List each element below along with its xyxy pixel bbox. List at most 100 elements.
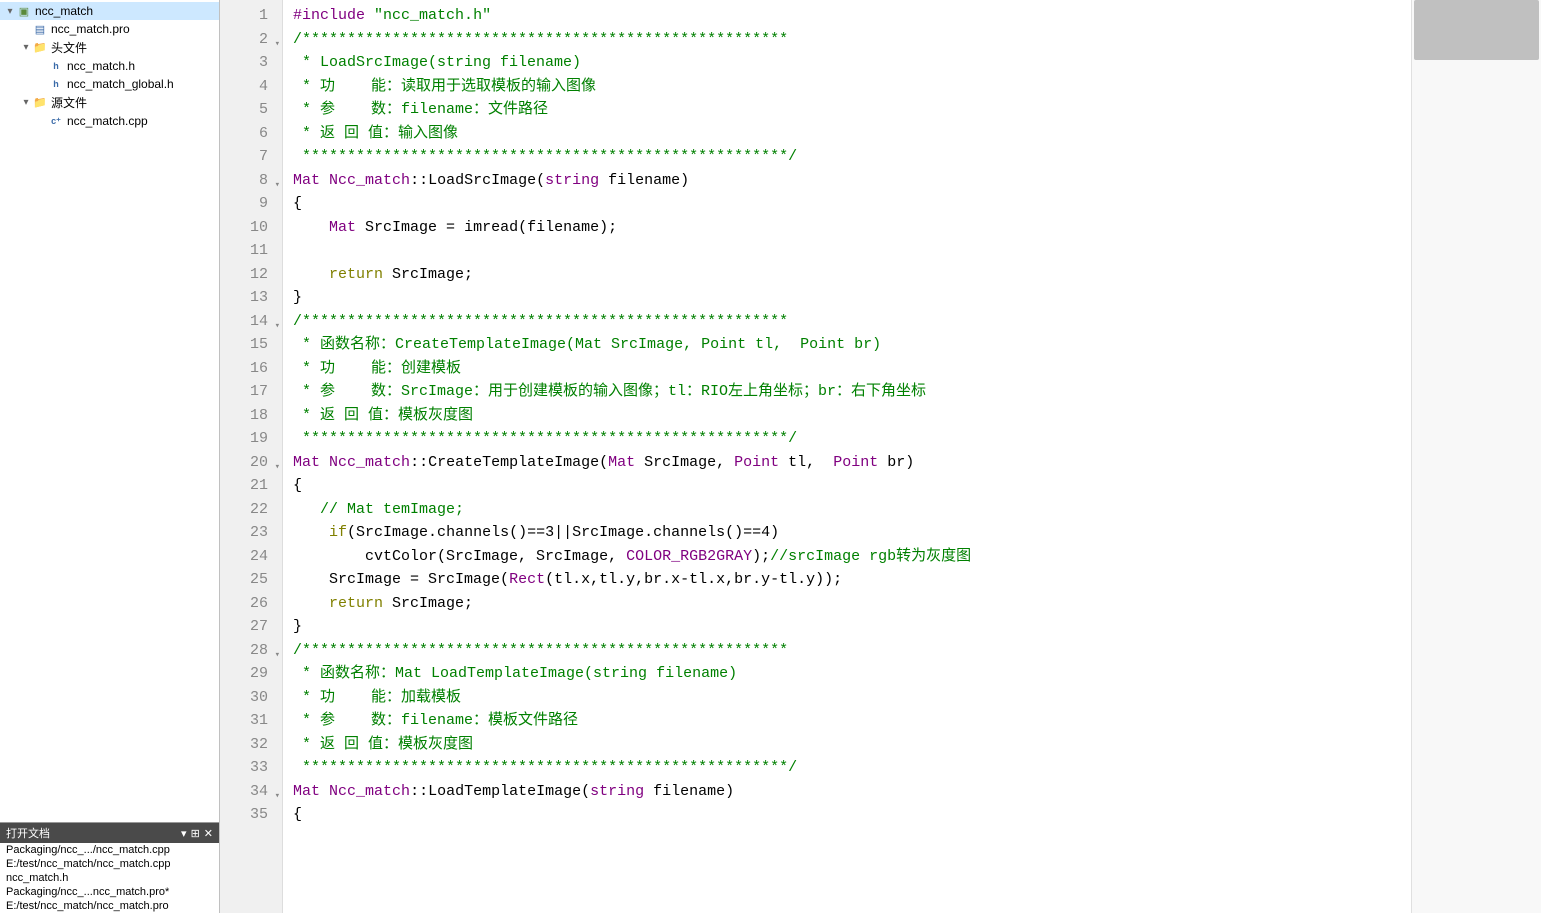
tree-item-源文件[interactable]: ▾📁源文件 — [0, 93, 219, 112]
split-icon[interactable]: ⊞ — [191, 827, 200, 840]
code-line[interactable]: /***************************************… — [293, 28, 1411, 52]
line-number[interactable]: 2▾ — [220, 28, 282, 52]
code-line[interactable]: /***************************************… — [293, 310, 1411, 334]
line-number[interactable]: 35 — [220, 803, 282, 827]
line-number[interactable]: 31 — [220, 709, 282, 733]
code-line[interactable]: * 返 回 值：模板灰度图 — [293, 404, 1411, 428]
line-number[interactable]: 17 — [220, 380, 282, 404]
line-number[interactable]: 3 — [220, 51, 282, 75]
line-number[interactable]: 6 — [220, 122, 282, 146]
line-number[interactable]: 19 — [220, 427, 282, 451]
code-line[interactable]: ****************************************… — [293, 145, 1411, 169]
line-number[interactable]: 20▾ — [220, 451, 282, 475]
line-number[interactable]: 28▾ — [220, 639, 282, 663]
code-line[interactable]: cvtColor(SrcImage, SrcImage, COLOR_RGB2G… — [293, 545, 1411, 569]
line-number[interactable]: 33 — [220, 756, 282, 780]
code-area[interactable]: #include "ncc_match.h"/*****************… — [283, 0, 1411, 913]
code-line[interactable]: { — [293, 803, 1411, 827]
code-line[interactable]: * 函数名称：CreateTemplateImage(Mat SrcImage,… — [293, 333, 1411, 357]
tree-arrow-icon[interactable]: ▾ — [4, 6, 16, 17]
code-line[interactable]: // Mat temImage; — [293, 498, 1411, 522]
tree-item-头文件[interactable]: ▾📁头文件 — [0, 38, 219, 57]
tree-item-ncc_match[interactable]: ▾▣ncc_match — [0, 2, 219, 20]
line-number[interactable]: 10 — [220, 216, 282, 240]
tree-item-ncc_match_global.h[interactable]: hncc_match_global.h — [0, 75, 219, 93]
tree-item-ncc_match.cpp[interactable]: c⁺ncc_match.cpp — [0, 112, 219, 130]
code-line[interactable]: /***************************************… — [293, 639, 1411, 663]
line-number[interactable]: 12 — [220, 263, 282, 287]
code-line[interactable]: ****************************************… — [293, 756, 1411, 780]
line-number[interactable]: 15 — [220, 333, 282, 357]
fold-icon[interactable]: ▾ — [270, 456, 280, 466]
code-line[interactable]: * 返 回 值：模板灰度图 — [293, 733, 1411, 757]
line-number-gutter[interactable]: 12▾345678▾91011121314▾151617181920▾21222… — [220, 0, 283, 913]
code-line[interactable]: * LoadSrcImage(string filename) — [293, 51, 1411, 75]
code-line[interactable]: { — [293, 474, 1411, 498]
code-line[interactable]: if(SrcImage.channels()==3||SrcImage.chan… — [293, 521, 1411, 545]
line-number[interactable]: 14▾ — [220, 310, 282, 334]
scrollbar-thumb[interactable] — [1414, 0, 1539, 60]
code-line[interactable]: { — [293, 192, 1411, 216]
line-number[interactable]: 11 — [220, 239, 282, 263]
open-doc-item[interactable]: Packaging/ncc_.../ncc_match.cpp — [0, 843, 219, 857]
code-line[interactable]: * 函数名称：Mat LoadTemplateImage(string file… — [293, 662, 1411, 686]
line-number[interactable]: 4 — [220, 75, 282, 99]
open-doc-item[interactable]: ncc_match.h — [0, 871, 219, 885]
line-number[interactable]: 34▾ — [220, 780, 282, 804]
line-number[interactable]: 32 — [220, 733, 282, 757]
line-number[interactable]: 22 — [220, 498, 282, 522]
code-line[interactable]: } — [293, 286, 1411, 310]
line-number[interactable]: 18 — [220, 404, 282, 428]
tree-item-ncc_match.pro[interactable]: ▤ncc_match.pro — [0, 20, 219, 38]
line-number[interactable]: 5 — [220, 98, 282, 122]
code-line[interactable]: return SrcImage; — [293, 263, 1411, 287]
code-line[interactable]: SrcImage = SrcImage(Rect(tl.x,tl.y,br.x-… — [293, 568, 1411, 592]
project-tree[interactable]: ▾▣ncc_match▤ncc_match.pro▾📁头文件hncc_match… — [0, 0, 219, 822]
line-number[interactable]: 21 — [220, 474, 282, 498]
line-number[interactable]: 25 — [220, 568, 282, 592]
open-doc-item[interactable]: Packaging/ncc_...ncc_match.pro* — [0, 885, 219, 899]
fold-icon[interactable]: ▾ — [270, 785, 280, 795]
code-line[interactable]: } — [293, 615, 1411, 639]
line-number[interactable]: 8▾ — [220, 169, 282, 193]
tree-arrow-icon[interactable]: ▾ — [20, 42, 32, 53]
fold-icon[interactable]: ▾ — [270, 644, 280, 654]
tree-item-ncc_match.h[interactable]: hncc_match.h — [0, 57, 219, 75]
code-line[interactable]: * 参 数：filename：模板文件路径 — [293, 709, 1411, 733]
line-number[interactable]: 13 — [220, 286, 282, 310]
code-line[interactable]: * 返 回 值：输入图像 — [293, 122, 1411, 146]
line-number[interactable]: 16 — [220, 357, 282, 381]
line-number[interactable]: 29 — [220, 662, 282, 686]
fold-icon[interactable]: ▾ — [270, 33, 280, 43]
minimap-scrollbar[interactable] — [1411, 0, 1541, 913]
line-number[interactable]: 24 — [220, 545, 282, 569]
dropdown-icon[interactable]: ▾ — [181, 827, 187, 840]
code-line[interactable]: * 功 能：创建模板 — [293, 357, 1411, 381]
open-doc-item[interactable]: E:/test/ncc_match/ncc_match.pro — [0, 899, 219, 913]
code-line[interactable]: return SrcImage; — [293, 592, 1411, 616]
open-documents-header[interactable]: 打开文档 ▾ ⊞ ✕ — [0, 823, 219, 843]
fold-icon[interactable]: ▾ — [270, 174, 280, 184]
code-line[interactable]: Mat Ncc_match::LoadTemplateImage(string … — [293, 780, 1411, 804]
line-number[interactable]: 30 — [220, 686, 282, 710]
code-line[interactable]: #include "ncc_match.h" — [293, 4, 1411, 28]
close-panel-icon[interactable]: ✕ — [204, 827, 213, 840]
code-line[interactable]: * 功 能：加载模板 — [293, 686, 1411, 710]
code-line[interactable] — [293, 239, 1411, 263]
line-number[interactable]: 1 — [220, 4, 282, 28]
code-line[interactable]: Mat Ncc_match::LoadSrcImage(string filen… — [293, 169, 1411, 193]
line-number[interactable]: 23 — [220, 521, 282, 545]
line-number[interactable]: 9 — [220, 192, 282, 216]
fold-icon[interactable]: ▾ — [270, 315, 280, 325]
open-doc-item[interactable]: E:/test/ncc_match/ncc_match.cpp — [0, 857, 219, 871]
code-line[interactable]: Mat Ncc_match::CreateTemplateImage(Mat S… — [293, 451, 1411, 475]
line-number[interactable]: 27 — [220, 615, 282, 639]
line-number[interactable]: 26 — [220, 592, 282, 616]
code-line[interactable]: * 功 能：读取用于选取模板的输入图像 — [293, 75, 1411, 99]
code-line[interactable]: * 参 数：SrcImage：用于创建模板的输入图像；tl：RIO左上角坐标；b… — [293, 380, 1411, 404]
line-number[interactable]: 7 — [220, 145, 282, 169]
code-line[interactable]: Mat SrcImage = imread(filename); — [293, 216, 1411, 240]
code-line[interactable]: * 参 数：filename：文件路径 — [293, 98, 1411, 122]
tree-arrow-icon[interactable]: ▾ — [20, 97, 32, 108]
code-line[interactable]: ****************************************… — [293, 427, 1411, 451]
